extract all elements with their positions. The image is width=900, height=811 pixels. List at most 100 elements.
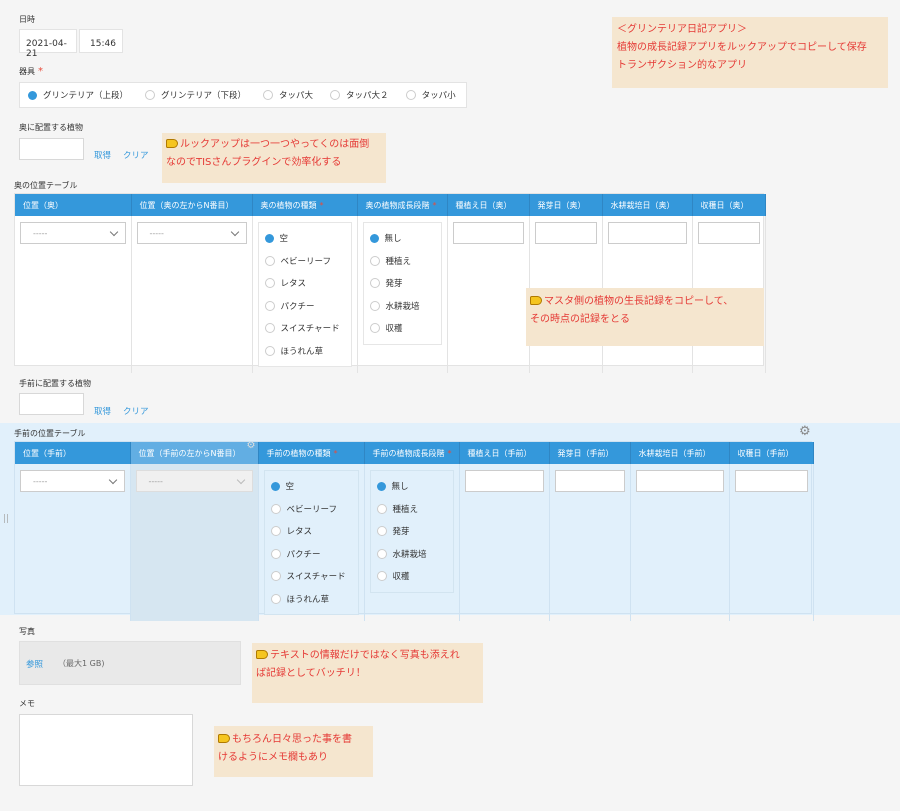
radio-option[interactable]: 発芽 [369,272,435,295]
equipment-option[interactable]: タッパ大 [263,89,313,101]
radio-option[interactable]: 収穫 [376,565,447,588]
app-description-note: ＜グリンテリア日記アプリ＞ 植物の成長記録アプリをルックアップでコピーして保存 … [612,17,888,88]
sow-date-input[interactable] [452,222,524,244]
radio-label: ベビーリーフ [280,256,332,267]
pointing-hand-icon [530,296,542,305]
harvest-date-input[interactable] [734,470,808,492]
hydroponic-date-input[interactable] [607,222,687,244]
select-value: ----- [33,229,48,238]
equipment-option[interactable]: グリンテリア（下段） [145,89,246,101]
drag-handle-icon[interactable]: || [3,514,9,524]
col-header-text: 発芽日（奥） [537,200,586,210]
cell-harvest-date [729,464,814,621]
radio-option[interactable]: 空 [270,475,352,498]
radio-option[interactable]: 水耕栽培 [376,543,447,566]
growth-stage-radio-group: 無し 種植え 発芽 水耕栽培 収穫 [362,222,442,345]
date-field[interactable]: 2021-04-21 [19,29,77,59]
radio-label: 空 [279,234,289,245]
browse-link[interactable]: 参照 [26,658,43,670]
equipment-option[interactable]: タッパ大２ [330,89,389,101]
radio-option[interactable]: スイスチャード [270,565,352,588]
col-header-text: 位置（奥） [23,200,63,210]
radio-selected-icon [376,481,386,491]
position-select[interactable]: ----- [20,222,126,244]
radio-option[interactable]: 種植え [369,250,435,273]
radio-label: 水耕栽培 [385,301,420,312]
front-fetch-link[interactable]: 取得 [94,405,111,417]
radio-option[interactable]: 無し [369,227,435,250]
radio-label: 発芽 [392,527,410,538]
position-select[interactable]: ----- [20,470,125,492]
back-clear-link[interactable]: クリア [123,149,149,161]
radio-option[interactable]: パクチー [270,543,352,566]
col-header: 奥の植物成長段階 * [357,194,448,216]
photo-note: テキストの情報だけではなく写真も添えれ ば記録としてバッチリ！ [252,643,483,703]
harvest-date-input[interactable] [697,222,760,244]
col-header: 手前の植物の種類 * [258,442,365,464]
gear-icon[interactable]: ⚙ [799,424,811,439]
radio-option[interactable]: パクチー [264,295,345,318]
cell-hydroponic-date [630,464,730,621]
back-fetch-link[interactable]: 取得 [94,149,111,161]
radio-option[interactable]: ベビーリーフ [270,498,352,521]
note-line: もちろん日々思った事を書 [232,734,352,745]
required-mark: * [447,448,452,458]
note-line: マスタ側の植物の生長記録をコピーして、 [544,296,734,307]
radio-option[interactable]: 発芽 [376,520,447,543]
back-plant-lookup-input[interactable] [19,138,84,160]
equipment-option[interactable]: グリンテリア（上段） [28,89,128,101]
col-header-text: 収穫日（手前） [737,448,794,458]
radio-option[interactable]: スイスチャード [264,317,345,340]
col-header: 位置（奥の左からN番目） [131,194,253,216]
cell-growth-stage: 無し 種植え 発芽 水耕栽培 収穫 [357,216,448,373]
front-plant-lookup-input[interactable] [19,393,84,415]
col-header: 発芽日（手前） [549,442,631,464]
position-n-select[interactable]: ----- [135,470,253,492]
col-header: 奥の植物の種類 * [252,194,358,216]
radio-icon [376,548,387,559]
radio-option[interactable]: 水耕栽培 [369,295,435,318]
radio-option[interactable]: ほうれん草 [270,588,352,611]
radio-option[interactable]: ほうれん草 [264,340,345,363]
chevron-down-icon [230,227,239,237]
radio-option[interactable]: 種植え [376,498,447,521]
hydroponic-date-input[interactable] [635,470,724,492]
radio-option[interactable]: レタス [264,272,345,295]
note-line: その時点の記録をとる [530,314,630,325]
memo-note: もちろん日々思った事を書 けるようにメモ欄もあり [214,726,373,777]
radio-option[interactable]: 無し [376,475,447,498]
front-table-title: 手前の位置テーブル [14,429,86,438]
col-header: 種植え日（手前） [459,442,550,464]
time-field[interactable]: 15:46 [79,29,123,53]
cell-position: ----- [15,464,131,621]
radio-label: 水耕栽培 [392,549,427,560]
radio-icon [369,278,380,289]
radio-label: 種植え [392,504,419,515]
radio-icon [369,255,380,266]
front-clear-link[interactable]: クリア [123,405,149,417]
gear-icon[interactable]: ⚙ [247,442,256,451]
cell-position: ----- [15,216,132,373]
germination-date-input[interactable] [534,222,597,244]
radio-label: 空 [285,482,295,493]
equipment-option-label: グリンテリア（下段） [161,91,247,101]
radio-icon [376,571,387,582]
col-header: 水耕栽培日（奥） [602,194,693,216]
germination-date-input[interactable] [554,470,625,492]
equipment-option[interactable]: タッパ小 [405,89,456,101]
photo-label: 写真 [19,627,35,636]
chevron-down-icon [108,475,117,485]
radio-option[interactable]: 収穫 [369,317,435,340]
table-row: ----- ----- 空 ベビーリーフ レタス パクチー スイスチャード ほう… [15,464,814,621]
radio-option[interactable]: ベビーリーフ [264,250,345,273]
col-header: 発芽日（奥） [529,194,603,216]
col-header-text: 位置（手前） [23,448,71,458]
radio-option[interactable]: レタス [270,520,352,543]
memo-textarea[interactable] [19,714,193,786]
radio-selected-icon [264,233,274,243]
note-line: ば記録としてバッチリ！ [256,668,366,679]
col-header: 位置（手前） [15,442,131,464]
radio-option[interactable]: 空 [264,227,345,250]
position-n-select[interactable]: ----- [136,222,247,244]
sow-date-input[interactable] [464,470,544,492]
